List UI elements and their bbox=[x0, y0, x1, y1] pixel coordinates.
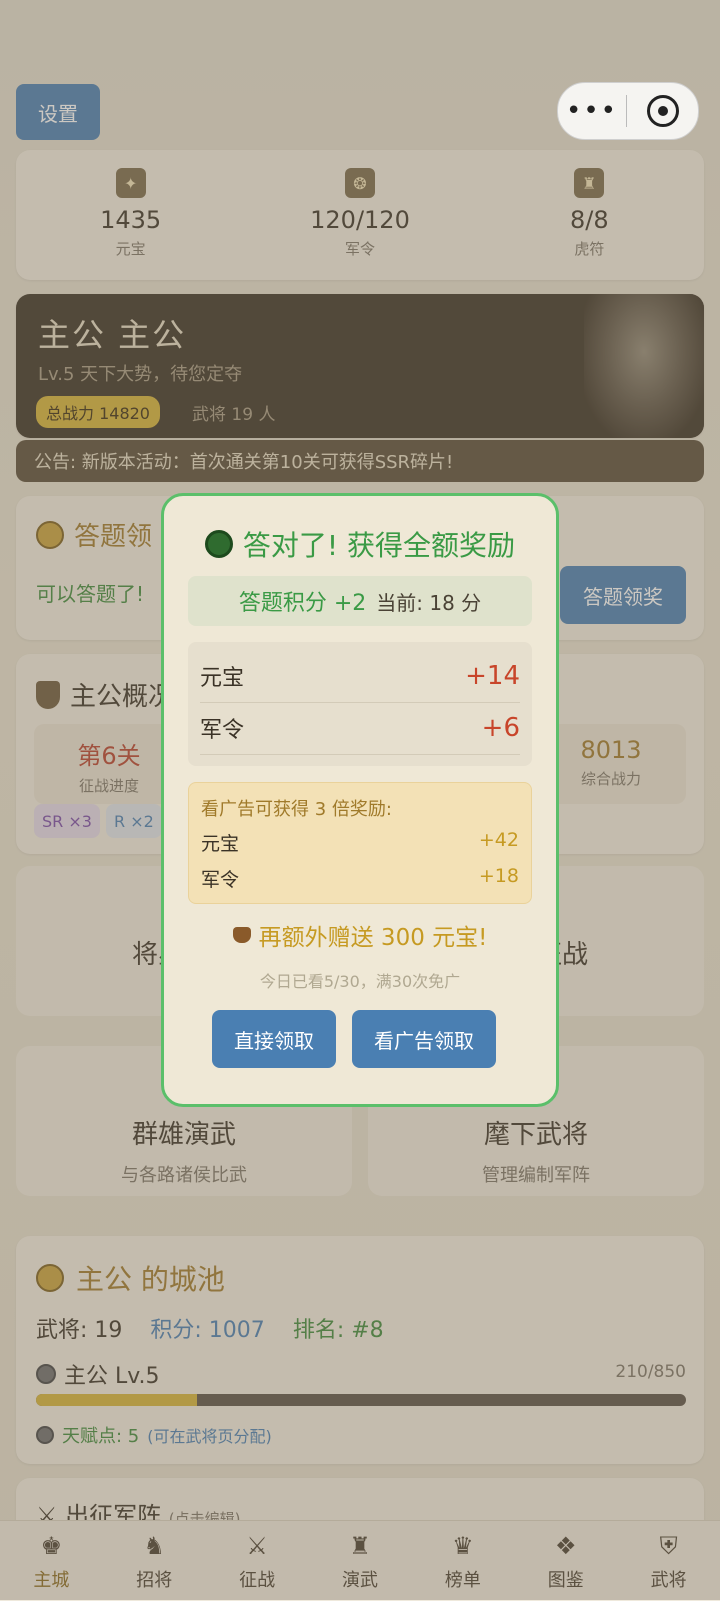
reward-row: 元宝 +14 bbox=[200, 650, 520, 703]
treasure-icon bbox=[232, 927, 251, 943]
mini-program-capsule: ••• bbox=[557, 82, 699, 140]
claim-with-ad-button[interactable]: 看广告领取 bbox=[352, 1010, 496, 1068]
modal-title: 答对了! 获得全额奖励 bbox=[164, 524, 556, 564]
score-banner: 答题积分 +2 当前: 18 分 bbox=[188, 576, 532, 626]
score-gain: 答题积分 +2 bbox=[238, 591, 367, 616]
ad-heading: 看广告可获得 3 倍奖励: bbox=[201, 799, 392, 820]
ad-reward-row: 军令 +18 bbox=[201, 865, 519, 891]
ad-reward-row: 元宝 +42 bbox=[201, 829, 519, 855]
reward-list: 元宝 +14 军令 +6 bbox=[188, 642, 532, 766]
ad-limit-note: 今日已看5/30，满30次免广 bbox=[259, 972, 461, 991]
jade-badge-icon bbox=[204, 530, 233, 558]
quiz-result-modal: 答对了! 获得全额奖励 答题积分 +2 当前: 18 分 元宝 +14 军令 +… bbox=[161, 493, 559, 1107]
more-icon[interactable]: ••• bbox=[558, 83, 626, 139]
reward-row: 军令 +6 bbox=[200, 702, 520, 755]
close-miniprogram-icon[interactable] bbox=[627, 95, 698, 127]
extra-bonus: 再额外赠送 300 元宝! bbox=[164, 918, 556, 952]
ad-bonus-box: 看广告可获得 3 倍奖励: 元宝 +42 军令 +18 bbox=[188, 782, 532, 904]
claim-direct-button[interactable]: 直接领取 bbox=[212, 1010, 336, 1068]
score-current: 当前: 18 分 bbox=[376, 590, 482, 615]
